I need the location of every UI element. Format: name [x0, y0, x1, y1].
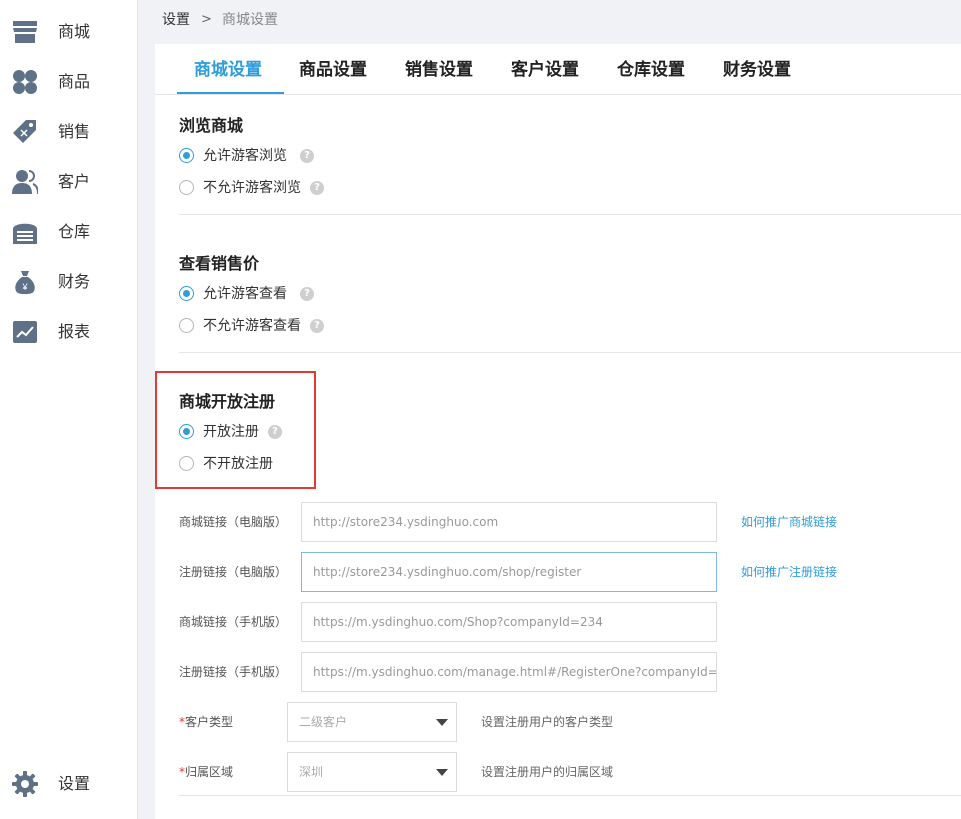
sidebar-item-settings[interactable]: 设置: [0, 759, 137, 809]
sidebar-item-label: 商城: [58, 22, 91, 41]
breadcrumb-separator: >: [201, 12, 212, 27]
settings-panel: 商城设置 商品设置 销售设置 客户设置 仓库设置 财务设置 浏览商城 允许游客浏…: [155, 44, 961, 819]
promote-register-link[interactable]: 如何推广注册链接: [741, 564, 837, 580]
region-hint: 设置注册用户的归属区域: [481, 765, 614, 779]
mall-link-pc-label: 商城链接（电脑版）: [179, 515, 288, 529]
divider: [179, 352, 961, 353]
radio-label: 不开放注册: [203, 456, 273, 472]
sidebar-item-label: 仓库: [58, 222, 91, 241]
radio-label: 允许游客查看: [203, 286, 287, 302]
tab-product-settings[interactable]: 商品设置: [299, 59, 367, 81]
mall-link-mobile-input[interactable]: https://m.ysdinghuo.com/Shop?companyId=2…: [301, 602, 717, 642]
customer-type-label-text: 客户类型: [185, 715, 234, 729]
caret-down-icon: [436, 719, 448, 726]
customer-type-value: 二级客户: [299, 715, 348, 729]
radio-button[interactable]: [179, 286, 194, 301]
register-link-mobile-input[interactable]: https://m.ysdinghuo.com/manage.html#/Reg…: [301, 652, 717, 692]
mall-link-mobile-label: 商城链接（手机版）: [179, 615, 288, 629]
sidebar-item-label: 客户: [58, 172, 91, 191]
active-tab-indicator: [177, 92, 284, 94]
sidebar-item-label: 设置: [58, 774, 91, 793]
region-value: 深圳: [299, 765, 324, 779]
radio-label: 不允许游客浏览: [203, 180, 301, 196]
sidebar-item-label: 报表: [58, 322, 91, 341]
help-icon[interactable]: ?: [310, 181, 324, 195]
tab-mall-settings[interactable]: 商城设置: [194, 59, 262, 81]
section-title-browse: 浏览商城: [179, 116, 244, 135]
sidebar-item-label: 销售: [58, 122, 91, 141]
section-title-register: 商城开放注册: [179, 392, 276, 411]
register-link-mobile-label: 注册链接（手机版）: [179, 665, 288, 679]
radio-button[interactable]: [179, 456, 194, 471]
help-icon[interactable]: ?: [268, 425, 282, 439]
grid-icon: [13, 70, 37, 94]
tab-warehouse-settings[interactable]: 仓库设置: [617, 59, 685, 81]
promote-mall-link[interactable]: 如何推广商城链接: [741, 514, 837, 530]
sidebar-item-warehouse[interactable]: 仓库: [0, 207, 137, 257]
tab-sales-settings[interactable]: 销售设置: [405, 59, 473, 81]
radio-button[interactable]: [179, 424, 194, 439]
tag-icon: [13, 120, 36, 143]
divider: [179, 214, 961, 215]
sidebar-item-label: 商品: [58, 72, 91, 91]
mall-link-pc-input[interactable]: http://store234.ysdinghuo.com: [301, 502, 717, 542]
chart-icon: [13, 321, 37, 343]
region-label-text: 归属区域: [185, 765, 234, 779]
sidebar: 商城 商品 销售 客户 仓库 ¥ 财务 报表 设置: [0, 0, 138, 819]
divider: [179, 795, 961, 796]
customer-type-label: *客户类型: [179, 714, 233, 730]
help-icon[interactable]: ?: [300, 149, 314, 163]
sidebar-item-mall[interactable]: 商城: [0, 7, 137, 57]
caret-down-icon: [436, 769, 448, 776]
users-icon: [12, 170, 38, 195]
tab-bar: 商城设置 商品设置 销售设置 客户设置 仓库设置 财务设置: [155, 44, 961, 95]
breadcrumb-root[interactable]: 设置: [162, 11, 190, 29]
help-icon[interactable]: ?: [310, 319, 324, 333]
region-select[interactable]: 深圳: [287, 752, 457, 792]
sidebar-item-products[interactable]: 商品: [0, 57, 137, 107]
radio-label: 不允许游客查看: [203, 318, 301, 334]
sidebar-item-finance[interactable]: ¥ 财务: [0, 257, 137, 307]
sidebar-item-sales[interactable]: 销售: [0, 107, 137, 157]
tab-finance-settings[interactable]: 财务设置: [723, 59, 791, 81]
radio-button[interactable]: [179, 148, 194, 163]
radio-button[interactable]: [179, 318, 194, 333]
register-link-pc-input[interactable]: http://store234.ysdinghuo.com/shop/regis…: [301, 552, 717, 592]
breadcrumb: 设置 > 商城设置: [139, 0, 961, 42]
breadcrumb-current: 商城设置: [222, 12, 278, 28]
sidebar-item-reports[interactable]: 报表: [0, 307, 137, 357]
radio-label: 开放注册: [203, 424, 259, 440]
region-label: *归属区域: [179, 764, 233, 780]
section-title-price: 查看销售价: [179, 254, 260, 273]
sidebar-item-label: 财务: [58, 272, 91, 291]
sidebar-item-customers[interactable]: 客户: [0, 157, 137, 207]
help-icon[interactable]: ?: [300, 287, 314, 301]
radio-label: 允许游客浏览: [203, 148, 287, 164]
warehouse-icon: [13, 223, 37, 244]
store-icon: [13, 21, 37, 43]
tab-customer-settings[interactable]: 客户设置: [511, 59, 579, 81]
register-link-pc-label: 注册链接（电脑版）: [179, 565, 288, 579]
customer-type-hint: 设置注册用户的客户类型: [481, 715, 614, 729]
gear-icon: [12, 771, 38, 797]
radio-button[interactable]: [179, 180, 194, 195]
money-bag-icon: ¥: [15, 271, 35, 294]
customer-type-select[interactable]: 二级客户: [287, 702, 457, 742]
svg-text:¥: ¥: [21, 282, 28, 292]
